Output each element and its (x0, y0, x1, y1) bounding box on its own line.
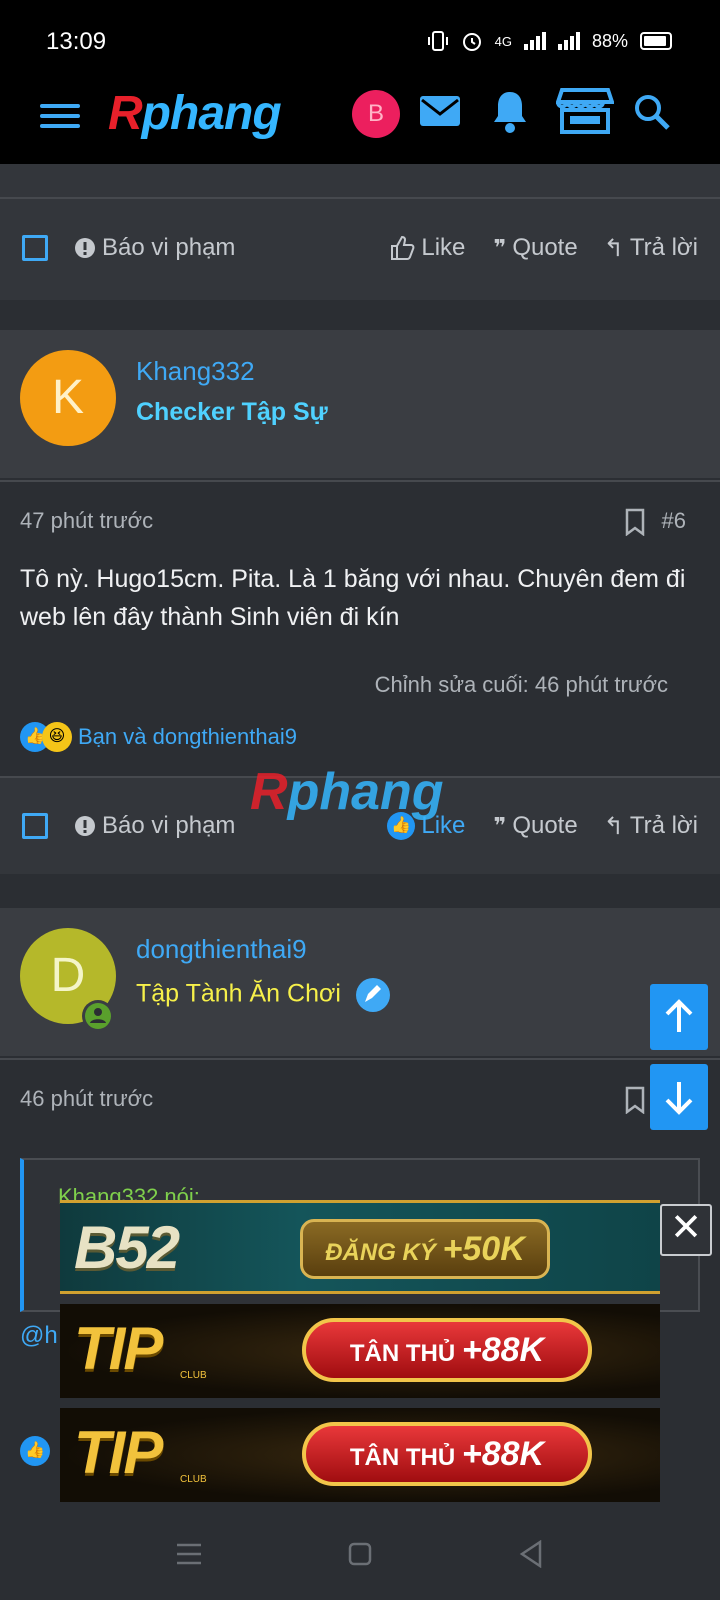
author-role-label: Tập Tành Ăn Chơi (136, 979, 341, 1008)
system-nav-bar (0, 1512, 720, 1600)
divider (0, 197, 720, 199)
post-message: Tô nỳ. Hugo15cm. Pita. Là 1 băng với nha… (20, 565, 686, 631)
search-icon[interactable] (632, 92, 672, 132)
ad-brand: TIP (74, 1315, 163, 1382)
author-role: Tập Tành Ăn Chơi (136, 976, 392, 1014)
ad-brand: B52 (74, 1214, 180, 1281)
status-time: 13:09 (46, 28, 107, 55)
site-logo[interactable]: Rphang (108, 86, 282, 141)
select-checkbox[interactable] (22, 813, 48, 839)
battery-percent: 88% (591, 30, 628, 51)
quote-button[interactable]: ❞ Quote (493, 812, 577, 840)
battery-icon (640, 32, 672, 50)
reply-icon: ↰ (603, 234, 624, 262)
menu-icon[interactable] (40, 98, 80, 138)
ad-brand-sub: CLUB (180, 1370, 207, 1381)
signal-icon-2 (557, 32, 580, 50)
ad-banner-b52[interactable]: B52 ĐĂNG KÝ +50K (60, 1200, 660, 1294)
avatar[interactable]: K (20, 350, 116, 446)
alarm-icon (462, 33, 481, 51)
edited-note: Chỉnh sửa cuối: 46 phút trước (374, 672, 668, 697)
arrow-up-icon (665, 999, 693, 1032)
ad-brand-sub: CLUB (180, 1474, 207, 1485)
reply-label: Trả lời (629, 812, 698, 839)
bell-icon[interactable] (490, 88, 530, 134)
report-button[interactable]: Báo vi phạm (74, 234, 235, 262)
status-bar: 13:09 4G 88% (0, 0, 720, 84)
haha-reaction-icon: 😆 (42, 722, 72, 752)
post-body-6: 47 phút trước #6 Tô nỳ. Hugo15cm. Pita. … (0, 482, 720, 776)
author-name[interactable]: dongthienthai9 (136, 934, 307, 965)
reply-button[interactable]: ↰ Trả lời (604, 812, 698, 841)
ad-close-button[interactable]: ✕ (660, 1204, 712, 1256)
quote-button[interactable]: ❞ Quote (493, 234, 577, 262)
post-number[interactable]: #6 (662, 508, 686, 534)
post-actions-previous: Báo vi phạm Like ❞ Quote ↰ Trả lời (0, 200, 720, 296)
bookmark-icon[interactable] (624, 508, 646, 536)
user-avatar[interactable]: B (352, 90, 400, 138)
ad-banner-tip-2[interactable]: TIP CLUB TÂN THỦ +88K (60, 1408, 660, 1502)
reply-label: Trả lời (629, 234, 698, 261)
ad-cta: TÂN THỦ +88K (302, 1318, 592, 1382)
post-time[interactable]: 47 phút trước (20, 508, 153, 534)
arrow-down-icon (665, 1082, 693, 1115)
select-checkbox[interactable] (22, 235, 48, 261)
app-header: Rphang B (0, 84, 720, 164)
recent-apps-icon[interactable] (176, 1542, 202, 1566)
quote-label: Quote (512, 812, 578, 839)
ad-cta: ĐĂNG KÝ +50K (300, 1219, 550, 1279)
reply-icon: ↰ (603, 812, 624, 840)
author-role: Checker Tập Sự (136, 398, 328, 426)
verified-icon (355, 978, 390, 1012)
like-button[interactable]: Like (389, 234, 465, 262)
author-name[interactable]: Khang332 (136, 356, 255, 387)
quote-label: Quote (512, 234, 578, 261)
network-label: 4G (494, 33, 512, 49)
bookmark-icon[interactable] (624, 1086, 646, 1114)
like-label: Like (421, 234, 466, 261)
post-author-header: K Khang332 Checker Tập Sự (0, 330, 720, 478)
alert-icon (75, 238, 95, 258)
reply-button[interactable]: ↰ Trả lời (604, 234, 698, 263)
like-reaction-icon: 👍 (20, 1436, 50, 1466)
ad-cta: TÂN THỦ +88K (302, 1422, 592, 1486)
report-button[interactable]: Báo vi phạm (74, 812, 235, 840)
vibrate-icon (427, 31, 448, 51)
report-label: Báo vi phạm (102, 234, 236, 261)
post-author-header: D dongthienthai9 Tập Tành Ăn Chơi (0, 908, 720, 1056)
back-icon[interactable] (518, 1540, 544, 1568)
watermark-logo: Rphang (250, 763, 444, 821)
ad-brand: TIP (74, 1419, 163, 1486)
report-label: Báo vi phạm (102, 812, 236, 839)
ad-banner-tip[interactable]: TIP CLUB TÂN THỦ +88K (60, 1304, 660, 1398)
quote-icon: ❞ (493, 813, 507, 838)
status-icons: 4G 88% (427, 30, 672, 52)
thumbs-up-icon (391, 235, 415, 260)
mention-link[interactable]: @h (20, 1322, 58, 1350)
home-icon[interactable] (348, 1542, 372, 1566)
scroll-up-button[interactable] (650, 984, 708, 1050)
quote-icon: ❞ (493, 235, 507, 260)
reactions-summary[interactable]: 👍 😆 Bạn và dongthienthai9 (20, 722, 297, 752)
inbox-icon[interactable] (418, 92, 462, 132)
scroll-down-button[interactable] (650, 1064, 708, 1130)
online-status-icon (85, 1003, 111, 1029)
reactions-text: Bạn và dongthienthai9 (78, 724, 297, 749)
store-icon[interactable] (556, 86, 614, 136)
alert-icon (75, 816, 95, 836)
post-time[interactable]: 46 phút trước (20, 1086, 153, 1112)
signal-icon (523, 32, 546, 50)
